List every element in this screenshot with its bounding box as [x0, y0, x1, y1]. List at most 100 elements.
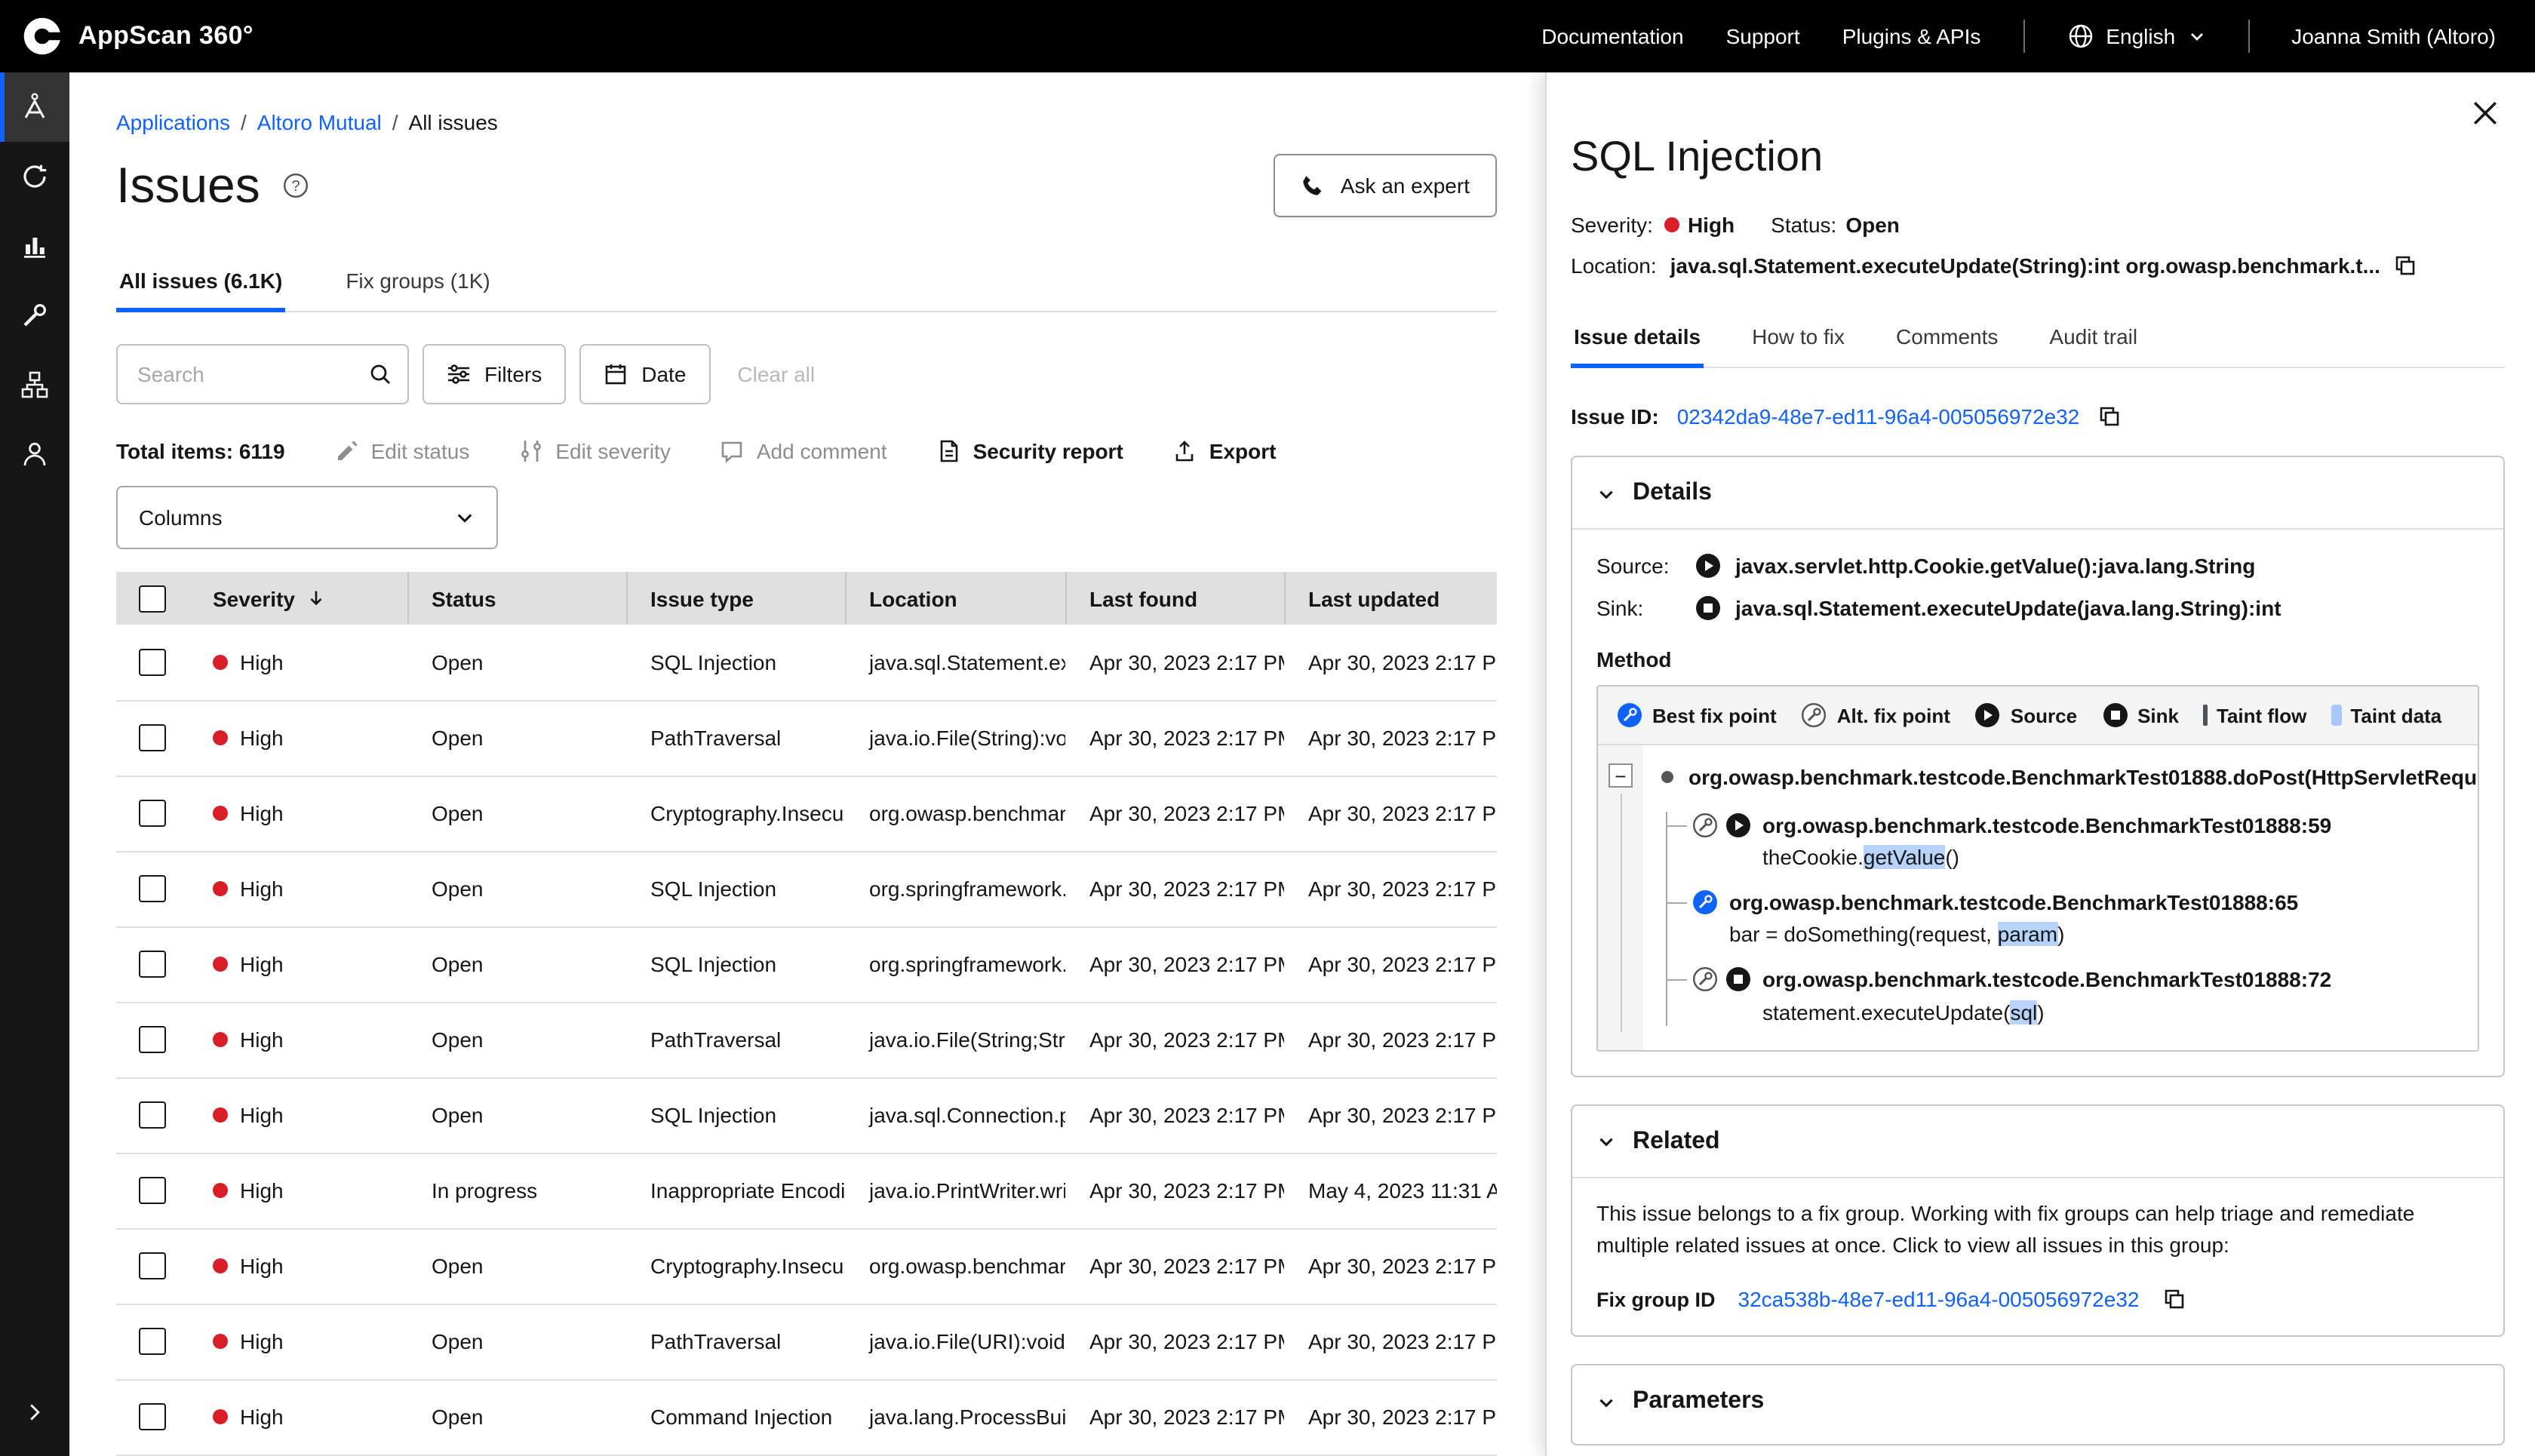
add-comment-button[interactable]: Add comment	[721, 439, 887, 463]
edit-status-label: Edit status	[371, 439, 470, 463]
copy-fix-group-icon[interactable]	[2162, 1287, 2186, 1311]
breadcrumb-applications[interactable]: Applications	[116, 110, 230, 134]
edit-severity-button[interactable]: Edit severity	[519, 439, 671, 463]
related-section-title: Related	[1633, 1128, 1720, 1155]
clear-all-button[interactable]: Clear all	[737, 362, 815, 386]
filters-icon	[447, 362, 471, 386]
help-icon[interactable]: ?	[283, 172, 310, 199]
issue-row[interactable]: High Open SQL Injection java.sql.Stateme…	[116, 625, 1497, 700]
row-checkbox[interactable]	[139, 1403, 166, 1430]
row-checkbox[interactable]	[139, 1177, 166, 1204]
issue-id-label: Issue ID:	[1571, 404, 1659, 429]
trace-node-best-fix[interactable]: org.owasp.benchmark.testcode.BenchmarkTe…	[1692, 889, 2473, 948]
legend-best-fix-point: Best fix point	[1616, 702, 1777, 729]
date-button[interactable]: Date	[579, 344, 710, 404]
trace-node-title: org.owasp.benchmark.testcode.BenchmarkTe…	[1762, 966, 2331, 994]
filters-button[interactable]: Filters	[422, 344, 566, 404]
columns-dropdown[interactable]: Columns	[116, 486, 498, 549]
chevron-down-icon	[1596, 484, 1616, 503]
search-icon[interactable]	[368, 362, 392, 386]
parameters-section-header[interactable]: Parameters	[1596, 1384, 2479, 1420]
sidebar-item-tools[interactable]	[0, 281, 69, 350]
tab-audit-trail[interactable]: Audit trail	[2046, 309, 2140, 368]
cell-location: java.io.File(String;String):void	[845, 1002, 1065, 1077]
tab-all-issues[interactable]: All issues (6.1K)	[116, 253, 285, 312]
sidebar-item-dashboards[interactable]	[0, 211, 69, 281]
nav-documentation[interactable]: Documentation	[1541, 24, 1683, 48]
fix-group-id-link[interactable]: 32ca538b-48e7-ed11-96a4-005056972e32	[1738, 1287, 2140, 1311]
nav-support[interactable]: Support	[1726, 24, 1800, 48]
row-checkbox[interactable]	[139, 951, 166, 978]
sidebar-expand-button[interactable]	[0, 1378, 69, 1447]
issue-row[interactable]: High Open Cryptography.Insecure org.owas…	[116, 776, 1497, 851]
column-header-status[interactable]: Status	[407, 572, 626, 625]
trace-node-source[interactable]: org.owasp.benchmark.testcode.BenchmarkTe…	[1692, 811, 2473, 871]
search-input[interactable]	[137, 362, 368, 386]
issue-row[interactable]: High Open PathTraversal java.io.File(URI…	[116, 1304, 1497, 1379]
cell-status: Open	[407, 851, 626, 926]
row-checkbox[interactable]	[139, 800, 166, 827]
issue-row[interactable]: High Open SQL Injection org.springframew…	[116, 851, 1497, 926]
column-header-last-found[interactable]: Last found	[1065, 572, 1284, 625]
column-header-last-updated[interactable]: Last updated	[1284, 572, 1497, 625]
sink-row: Sink: java.sql.Statement.executeUpdate(j…	[1596, 594, 2479, 622]
cell-issue-type: SQL Injection	[626, 625, 845, 700]
row-checkbox[interactable]	[139, 1026, 166, 1053]
sidebar-item-org-hierarchy[interactable]	[0, 350, 69, 419]
row-checkbox[interactable]	[139, 724, 166, 751]
tab-how-to-fix[interactable]: How to fix	[1749, 309, 1848, 368]
issue-row[interactable]: High Open Command Injection java.lang.Pr…	[116, 1379, 1497, 1454]
severity-high-dot	[213, 806, 228, 821]
sidebar-item-support[interactable]	[0, 419, 69, 489]
row-checkbox[interactable]	[139, 649, 166, 676]
ask-an-expert-button[interactable]: Ask an expert	[1274, 154, 1497, 217]
issue-row[interactable]: High Open PathTraversal java.io.File(Str…	[116, 1002, 1497, 1077]
cell-last-found: Apr 30, 2023 2:17 PM	[1065, 926, 1284, 1002]
collapse-trace-button[interactable]: −	[1609, 763, 1633, 788]
tab-fix-groups[interactable]: Fix groups (1K)	[343, 253, 493, 312]
sidebar-item-scans[interactable]	[0, 142, 69, 211]
issue-row[interactable]: High Open PathTraversal java.io.File(Str…	[116, 700, 1497, 776]
row-checkbox[interactable]	[139, 1101, 166, 1129]
related-section: Related This issue belongs to a fix grou…	[1571, 1104, 2505, 1337]
issue-id-value[interactable]: 02342da9-48e7-ed11-96a4-005056972e32	[1677, 404, 2080, 429]
legend-label: Best fix point	[1652, 704, 1777, 726]
column-header-severity[interactable]: Severity	[189, 572, 407, 625]
copy-issue-id-icon[interactable]	[2097, 404, 2122, 429]
column-header-issue-type[interactable]: Issue type	[626, 572, 845, 625]
related-section-header[interactable]: Related	[1596, 1123, 2479, 1160]
breadcrumb-separator: /	[392, 110, 398, 134]
user-menu[interactable]: Joanna Smith (Altoro)	[2291, 24, 2496, 48]
language-selector[interactable]: English	[2066, 23, 2205, 50]
legend-taint-flow: Taint flow	[2203, 704, 2306, 726]
column-header-location[interactable]: Location	[845, 572, 1065, 625]
cell-status: In progress	[407, 1153, 626, 1228]
issue-row[interactable]: High Open Cryptography.Insecure org.owas…	[116, 1228, 1497, 1304]
trace-root-node[interactable]: org.owasp.benchmark.testcode.BenchmarkTe…	[1661, 763, 2473, 793]
nav-plugins-apis[interactable]: Plugins & APIs	[1842, 24, 1981, 48]
related-description: This issue belongs to a fix group. Worki…	[1596, 1197, 2479, 1263]
row-checkbox[interactable]	[139, 1328, 166, 1355]
trace-node-sink[interactable]: org.owasp.benchmark.testcode.BenchmarkTe…	[1692, 966, 2473, 1026]
security-report-button[interactable]: Security report	[937, 439, 1123, 463]
details-section-header[interactable]: Details	[1596, 475, 2479, 511]
issue-row[interactable]: High Open SQL Injection java.sql.Connect…	[116, 1077, 1497, 1153]
row-checkbox[interactable]	[139, 1252, 166, 1279]
row-checkbox[interactable]	[139, 875, 166, 902]
tab-comments[interactable]: Comments	[1893, 309, 2001, 368]
sidebar-item-applications[interactable]	[0, 72, 69, 142]
tab-issue-details[interactable]: Issue details	[1571, 309, 1704, 368]
issue-row[interactable]: High In progress Inappropriate Encoding …	[116, 1153, 1497, 1228]
edit-status-button[interactable]: Edit status	[335, 439, 470, 463]
hierarchy-icon	[20, 370, 50, 400]
cell-status: Open	[407, 1077, 626, 1153]
chevron-down-icon	[454, 507, 475, 528]
close-panel-icon[interactable]	[2469, 97, 2502, 130]
copy-location-icon[interactable]	[2394, 253, 2418, 278]
issue-row[interactable]: High Open SQL Injection org.springframew…	[116, 926, 1497, 1002]
breadcrumb-altoro-mutual[interactable]: Altoro Mutual	[257, 110, 382, 134]
select-all-checkbox[interactable]	[139, 585, 166, 612]
export-button[interactable]: Export	[1173, 439, 1277, 463]
brand[interactable]: AppScan 360°	[21, 15, 254, 57]
cell-location: org.springframework.web	[845, 851, 1065, 926]
